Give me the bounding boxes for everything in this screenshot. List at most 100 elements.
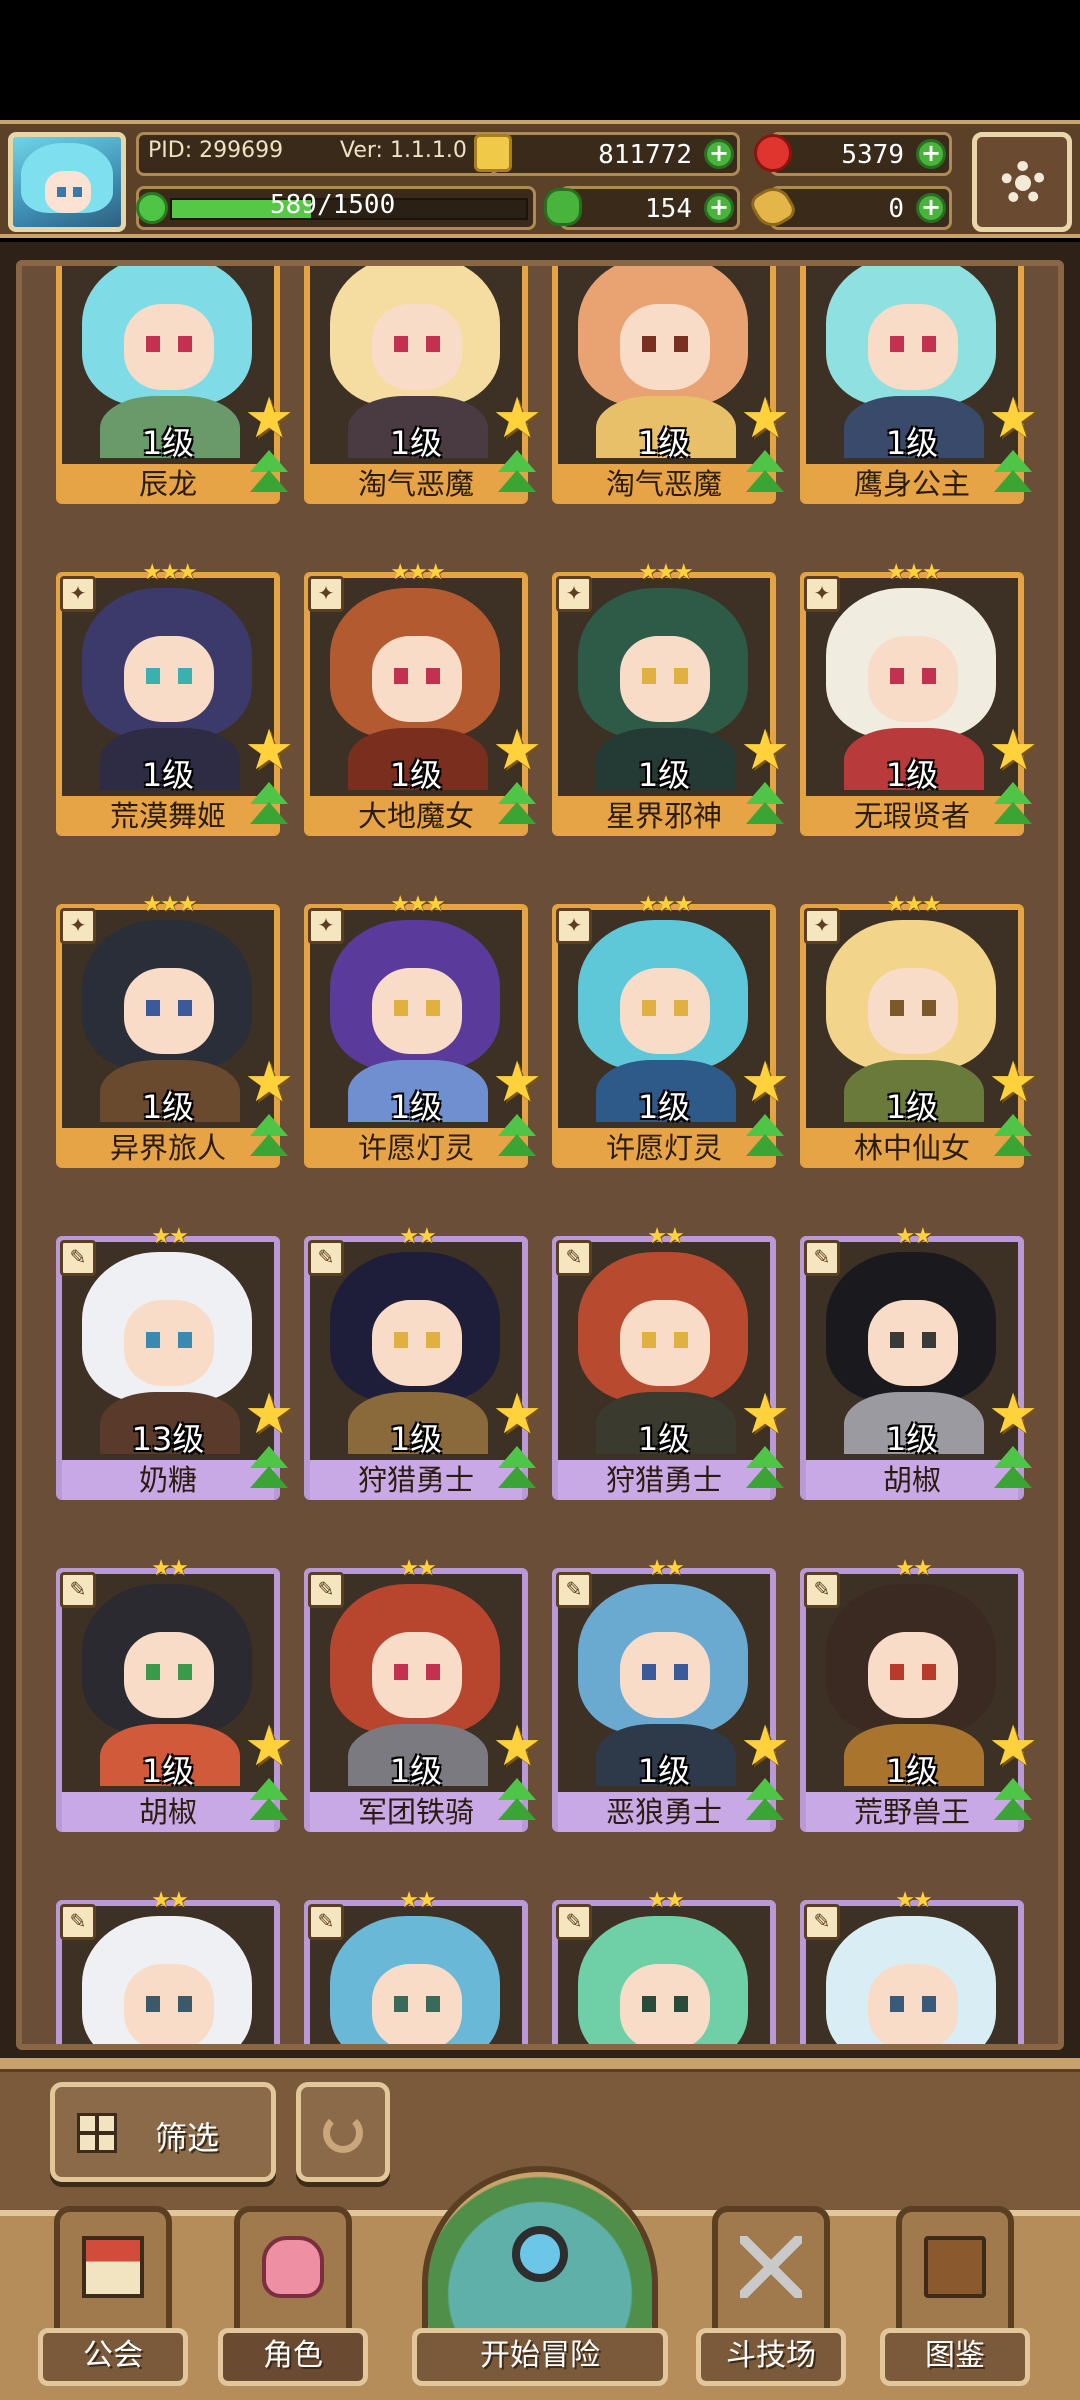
star-icon: ★ [740,1714,791,1779]
version-label: Ver: 1.1.1.0 [340,138,467,163]
nav-codex-label: 图鉴 [880,2328,1030,2386]
character-card[interactable]: ✦ ★★★ 1级 异界旅人 ★ [56,892,294,1172]
character-card[interactable]: ✦1级鹰身公主★ [800,266,1038,508]
upgrade-arrow-icon [246,450,292,500]
star-icon: ★ [492,1714,543,1779]
character-card[interactable]: ✦1级辰龙★ [56,266,294,508]
class-icon: ✎ [60,1572,96,1608]
character-name: 荒野兽王 [806,1792,1018,1832]
star-icon: ★ [740,1050,791,1115]
rank-stars: ★★ [151,1224,188,1249]
upgrade-arrow-icon [494,1778,540,1828]
nav-arena[interactable]: 斗技场 [696,2206,846,2400]
character-card[interactable]: ✎★★★ [552,1888,780,2044]
character-card[interactable]: ✎★★★ [800,1888,1028,2044]
class-icon: ✦ [308,576,344,612]
class-icon: ✎ [804,1572,840,1608]
rank-stars: ★★★ [638,560,693,585]
character-name: 无瑕贤者 [806,796,1018,836]
class-icon: ✦ [556,908,592,944]
class-icon: ✎ [556,1572,592,1608]
star-icon: ★ [244,1714,295,1779]
upgrade-arrow-icon [494,450,540,500]
filter-label: 筛选 [155,2119,220,2157]
character-name: 鹰身公主 [806,464,1018,504]
add-keys-button[interactable]: + [916,193,946,223]
character-card[interactable]: ✎ ★★ 1级 恶狼勇士 ★ [552,1556,790,1836]
character-name: 荒漠舞姬 [62,796,274,836]
character-card[interactable]: ✎★★★ [56,1888,284,2044]
character-card[interactable]: ✎★★★ [304,1888,532,2044]
nav-arena-label: 斗技场 [696,2328,846,2386]
character-name: 淘气恶魔 [310,464,522,504]
character-card[interactable]: ✦ ★★★ 1级 无瑕贤者 ★ [800,560,1038,840]
character-card[interactable]: ✦ ★★★ 1级 荒漠舞姬 ★ [56,560,294,840]
bottom-panel: 筛选 公会 角色 开始冒险 斗技场 图鉴 [0,2058,1080,2400]
add-coins-button[interactable]: + [704,139,734,169]
rank-stars: ★★ [399,1888,436,1913]
star-icon: ★ [988,1050,1039,1115]
upgrade-arrow-icon [246,1114,292,1164]
rank-stars: ★★ [399,1556,436,1581]
nav-guild-label: 公会 [38,2328,188,2386]
resource-bar: PID: 299699 Ver: 1.1.1.0 589/1500 811772… [0,120,1080,238]
rank-stars: ★★★ [638,892,693,917]
upgrade-arrow-icon [990,1778,1036,1828]
rank-stars: ★★ [399,1224,436,1249]
exp-icon [136,192,168,224]
status-bar [0,0,1080,120]
add-gems-button[interactable]: + [916,139,946,169]
upgrade-arrow-icon [990,782,1036,832]
class-icon: ✎ [804,1240,840,1276]
guild-hall-icon [82,2236,144,2298]
rank-stars: ★★ [895,1556,932,1581]
character-card[interactable]: ✎ ★★ 1级 狩猎勇士 ★ [552,1224,790,1504]
player-id: PID: 299699 [148,138,284,163]
character-card[interactable]: ✎ ★★ 1级 胡椒 ★ [56,1556,294,1836]
class-icon: ✦ [60,908,96,944]
gems-value: 5379 [841,140,904,170]
star-icon: ★ [988,386,1039,451]
character-card[interactable]: ✦ ★★★ 1级 许愿灯灵 ★ [304,892,542,1172]
character-icon [262,2236,324,2298]
rank-stars: ★★ [647,1888,684,1913]
star-icon: ★ [988,718,1039,783]
character-card[interactable]: ✦ ★★★ 1级 星界邪神 ★ [552,560,790,840]
nav-adventure[interactable]: 开始冒险 [402,2166,678,2400]
upgrade-arrow-icon [494,1446,540,1496]
filter-button[interactable]: 筛选 [50,2082,276,2182]
character-card[interactable]: ✦1级淘气恶魔★ [304,266,542,508]
character-name: 辰龙 [62,464,274,504]
character-card[interactable]: ✎ ★★ 1级 军团铁骑 ★ [304,1556,542,1836]
nav-codex[interactable]: 图鉴 [880,2206,1030,2400]
character-card[interactable]: ✦1级淘气恶魔★ [552,266,790,508]
settings-button[interactable] [972,132,1072,232]
rank-stars: ★★ [647,1556,684,1581]
character-card[interactable]: ✎ ★★ 1级 狩猎勇士 ★ [304,1224,542,1504]
character-list-frame: ✦1级辰龙★✦1级淘气恶魔★✦1级淘气恶魔★✦1级鹰身公主★✦★★★1级荒漠舞姬… [0,242,1080,2058]
add-clover-button[interactable]: + [704,193,734,223]
character-card[interactable]: ✎ ★★ 1级 胡椒 ★ [800,1224,1038,1504]
class-icon: ✎ [308,1572,344,1608]
upgrade-arrow-icon [246,782,292,832]
rank-stars: ★★ [647,1224,684,1249]
class-icon: ✦ [308,908,344,944]
character-grid-viewport[interactable]: ✦1级辰龙★✦1级淘气恶魔★✦1级淘气恶魔★✦1级鹰身公主★✦★★★1级荒漠舞姬… [16,260,1064,2050]
upgrade-arrow-icon [742,1778,788,1828]
character-card[interactable]: ✦ ★★★ 1级 林中仙女 ★ [800,892,1038,1172]
nav-guild[interactable]: 公会 [38,2206,188,2400]
character-card[interactable]: ✎ ★★ 1级 荒野兽王 ★ [800,1556,1038,1836]
refresh-button[interactable] [296,2082,390,2182]
character-card[interactable]: ✦ ★★★ 1级 大地魔女 ★ [304,560,542,840]
character-card[interactable]: ✦ ★★★ 1级 许愿灯灵 ★ [552,892,790,1172]
nav-role[interactable]: 角色 [218,2206,368,2400]
coins-counter: 811772 + [474,132,740,176]
character-card[interactable]: ✎ ★★ 13级 奶糖 ★ [56,1224,294,1504]
star-icon: ★ [988,1382,1039,1447]
gem-icon [754,134,792,172]
player-avatar[interactable] [8,132,126,232]
keys-counter: 0 + [747,181,952,233]
upgrade-arrow-icon [742,1114,788,1164]
upgrade-arrow-icon [246,1778,292,1828]
nav-adventure-label: 开始冒险 [412,2328,668,2386]
